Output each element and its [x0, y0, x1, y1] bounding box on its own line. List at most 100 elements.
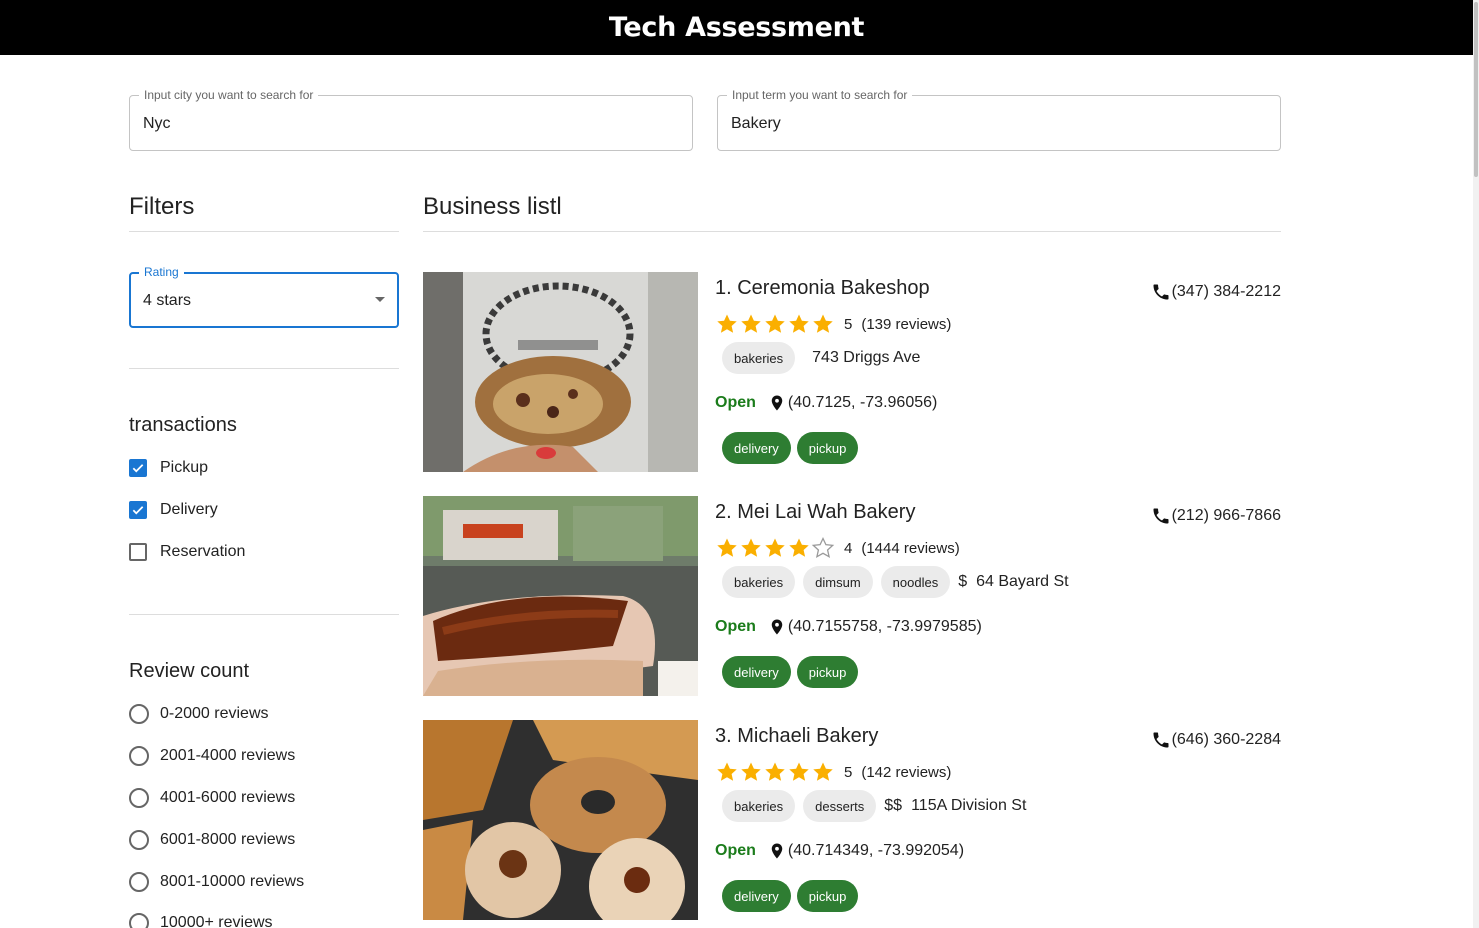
pastry-photo [423, 496, 698, 696]
page-scrollbar[interactable] [1473, 0, 1479, 928]
business-name[interactable]: 1. Ceremonia Bakeshop [715, 276, 930, 300]
star-filled-icon [741, 314, 761, 333]
review-radio-row[interactable]: 8001-10000 reviews [129, 870, 304, 894]
review-radio-label: 4001-6000 reviews [160, 789, 296, 806]
review-radio-row[interactable]: 0-2000 reviews [129, 702, 269, 726]
delivery-checkbox-row[interactable]: Delivery [129, 498, 218, 522]
star-filled-icon [813, 314, 833, 333]
star-rating [715, 312, 835, 336]
scrollbar-thumb[interactable] [1474, 2, 1478, 177]
phone-icon [1153, 508, 1169, 524]
cookie-photo [423, 272, 698, 472]
term-search-input[interactable]: Bakery [731, 114, 781, 133]
review-count: (1444 reviews) [861, 539, 960, 557]
business-photo[interactable] [423, 272, 698, 472]
price-level: $ [958, 573, 968, 590]
star-filled-icon [789, 762, 809, 781]
business-address: 743 Driggs Ave [812, 349, 921, 366]
business-photo[interactable] [423, 720, 698, 920]
business-photo[interactable] [423, 496, 698, 696]
phone-number: (646) 360-2284 [1171, 731, 1281, 748]
status-row: Open (40.7155758, -73.9979585) [715, 616, 982, 638]
star-rating [715, 760, 835, 784]
business-phone: (212) 966-7866 [1151, 506, 1281, 526]
review-radio[interactable] [129, 788, 149, 808]
phone-icon [1153, 732, 1169, 748]
open-status: Open [715, 842, 756, 859]
business-card[interactable]: 3. Michaeli Bakery (646) 360-2284 5 (142… [423, 720, 1281, 920]
map-pin-icon [771, 395, 783, 411]
category-chip: bakeries [722, 566, 796, 598]
review-radio[interactable] [129, 872, 149, 892]
rating-row: 4 (1444 reviews) [715, 536, 960, 560]
category-chip: bakeries [722, 790, 796, 822]
rating-value: 5 [844, 315, 853, 333]
rating-value: 4 stars [143, 292, 192, 309]
status-row: Open (40.714349, -73.992054) [715, 840, 964, 862]
city-search-field[interactable]: Input city you want to search for Nyc [129, 88, 693, 151]
price-level: $$ [884, 797, 903, 814]
chevron-down-icon[interactable] [375, 297, 385, 302]
phone-number: (212) 966-7866 [1171, 507, 1281, 524]
open-status: Open [715, 618, 756, 635]
donuts-photo [423, 720, 698, 920]
term-search-field[interactable]: Input term you want to search for Bakery [717, 88, 1281, 151]
category-chip: noodles [880, 566, 951, 598]
map-pin-icon [771, 843, 783, 859]
review-radio-row[interactable]: 6001-8000 reviews [129, 828, 295, 852]
star-empty-icon [811, 536, 835, 558]
reservation-label: Reservation [160, 543, 246, 560]
reservation-checkbox-row[interactable]: Reservation [129, 540, 245, 564]
review-radio-label: 10000+ reviews [160, 914, 273, 928]
star-filled-icon [765, 762, 785, 781]
open-status: Open [715, 394, 756, 411]
transactions-row: delivery pickup [722, 880, 864, 912]
rating-value: 5 [844, 763, 853, 781]
check-icon [132, 464, 144, 473]
category-chip: bakeries [722, 342, 796, 374]
transactions-row: delivery pickup [722, 656, 864, 688]
pickup-checkbox-row[interactable]: Pickup [129, 456, 208, 480]
coordinates: (40.7125, -73.96056) [787, 394, 938, 411]
delivery-checkbox[interactable] [129, 501, 147, 519]
star-filled-icon [717, 762, 737, 781]
star-filled-icon [789, 538, 809, 557]
review-radio-label: 2001-4000 reviews [160, 747, 296, 764]
coordinates: (40.714349, -73.992054) [787, 842, 965, 859]
business-phone: (347) 384-2212 [1151, 282, 1281, 302]
pickup-chip: pickup [796, 432, 859, 464]
review-radio[interactable] [129, 704, 149, 724]
transactions-row: delivery pickup [722, 432, 864, 464]
review-radio[interactable] [129, 746, 149, 766]
review-radio[interactable] [129, 830, 149, 850]
pickup-chip: pickup [796, 880, 859, 912]
map-pin-icon [771, 619, 783, 635]
phone-icon [1153, 284, 1169, 300]
business-address: 64 Bayard St [976, 573, 1069, 590]
pickup-label: Pickup [160, 459, 209, 476]
reservation-checkbox[interactable] [129, 543, 147, 561]
business-name[interactable]: 3. Michaeli Bakery [715, 724, 878, 748]
star-filled-icon [741, 538, 761, 557]
review-radio-row[interactable]: 2001-4000 reviews [129, 744, 295, 768]
rating-select[interactable]: Rating 4 stars [129, 265, 399, 328]
city-search-input[interactable]: Nyc [143, 114, 171, 133]
star-filled-icon [813, 762, 833, 781]
transactions-divider [129, 614, 399, 615]
filters-divider [129, 231, 399, 232]
delivery-chip: delivery [722, 432, 791, 464]
rating-row: 5 (139 reviews) [715, 312, 951, 336]
pickup-checkbox[interactable] [129, 459, 147, 477]
review-radio-row[interactable]: 10000+ reviews [129, 911, 273, 928]
business-name[interactable]: 2. Mei Lai Wah Bakery [715, 500, 915, 524]
review-radio[interactable] [129, 913, 149, 928]
tags-row: bakeries desserts $$ 115A Division St [722, 790, 1026, 822]
rating-value: 4 [844, 539, 853, 557]
business-card[interactable]: 1. Ceremonia Bakeshop (347) 384-2212 5 (… [423, 272, 1281, 472]
review-count: (139 reviews) [861, 315, 952, 333]
star-rating [715, 536, 835, 560]
business-card[interactable]: 2. Mei Lai Wah Bakery (212) 966-7866 4 (… [423, 496, 1281, 696]
tags-row: bakeries dimsum noodles $ 64 Bayard St [722, 566, 1069, 598]
delivery-chip: delivery [722, 880, 791, 912]
review-radio-row[interactable]: 4001-6000 reviews [129, 786, 295, 810]
